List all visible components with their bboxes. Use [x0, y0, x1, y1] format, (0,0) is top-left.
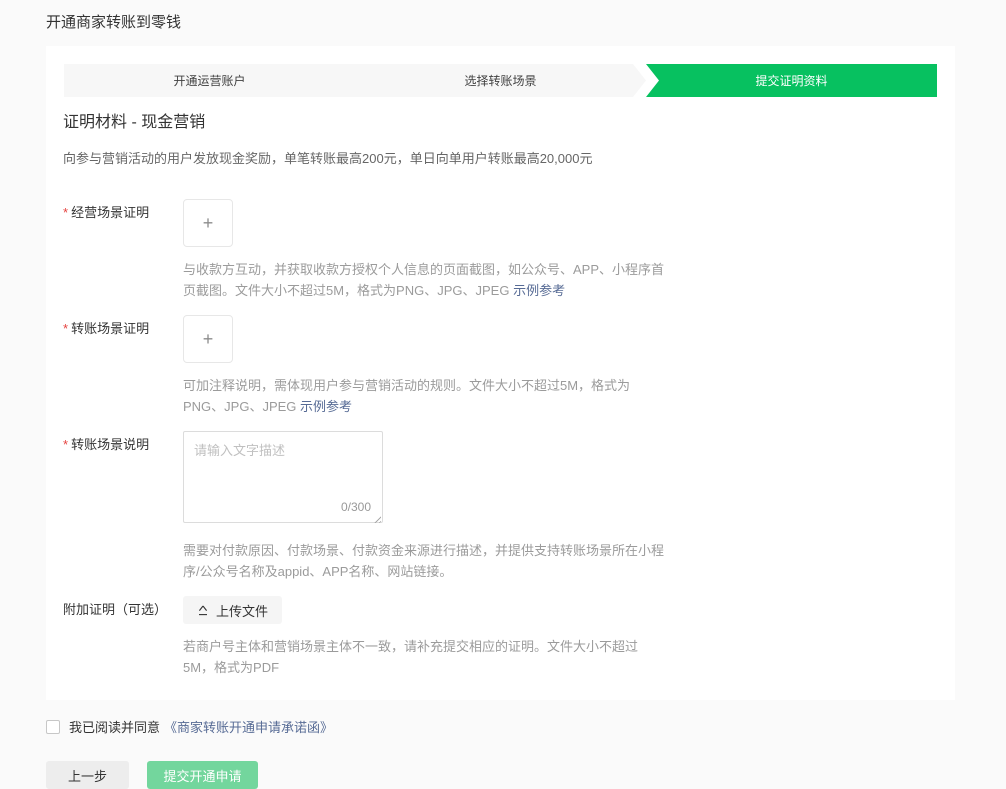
transfer-proof-example-link[interactable]: 示例参考 — [300, 399, 352, 414]
business-scene-helper: 与收款方互动，并获取收款方授权个人信息的页面截图，如公众号、APP、小程序首页截… — [183, 259, 669, 301]
row-transfer-desc: *转账场景说明 0/300 需要对付款原因、付款场景、付款资金来源进行描述，并提… — [63, 431, 938, 582]
upload-icon — [197, 604, 209, 616]
step-bar: 开通运营账户 选择转账场景 提交证明资料 — [64, 64, 937, 97]
step-open-account: 开通运营账户 — [64, 64, 355, 97]
transfer-proof-upload[interactable]: + — [183, 315, 233, 363]
transfer-proof-label: *转账场景证明 — [63, 315, 183, 417]
transfer-proof-helper: 可加注释说明，需体现用户参与营销活动的规则。文件大小不超过5M，格式为PNG、J… — [183, 375, 669, 417]
agreement-text: 我已阅读并同意 — [69, 717, 160, 736]
page-title: 开通商家转账到零钱 — [46, 12, 1006, 34]
required-asterisk: * — [63, 437, 68, 452]
business-scene-upload[interactable]: + — [183, 199, 233, 247]
extra-proof-label: 附加证明（可选） — [63, 596, 183, 678]
plus-icon: + — [203, 213, 214, 234]
section-title: 证明材料 - 现金营销 — [63, 112, 938, 134]
agreement-link[interactable]: 《商家转账开通申请承诺函》 — [164, 717, 333, 736]
step-choose-scene: 选择转账场景 — [355, 64, 646, 97]
step-submit-proof: 提交证明资料 — [646, 64, 937, 97]
section-description: 向参与营销活动的用户发放现金奖励，单笔转账最高200元，单日向单用户转账最高20… — [63, 150, 938, 168]
prev-step-button[interactable]: 上一步 — [46, 761, 129, 789]
main-card: 开通运营账户 选择转账场景 提交证明资料 证明材料 - 现金营销 向参与营销活动… — [46, 46, 955, 700]
required-asterisk: * — [63, 321, 68, 336]
extra-proof-helper: 若商户号主体和营销场景主体不一致，请补充提交相应的证明。文件大小不超过5M，格式… — [183, 636, 669, 678]
transfer-desc-label: *转账场景说明 — [63, 431, 183, 582]
upload-file-button[interactable]: 上传文件 — [183, 596, 282, 624]
plus-icon: + — [203, 329, 214, 350]
row-transfer-proof: *转账场景证明 + 可加注释说明，需体现用户参与营销活动的规则。文件大小不超过5… — [63, 315, 938, 417]
business-scene-label: *经营场景证明 — [63, 199, 183, 301]
char-counter: 0/300 — [341, 500, 371, 514]
submit-application-button[interactable]: 提交开通申请 — [147, 761, 258, 789]
row-extra-proof: 附加证明（可选） 上传文件 若商户号主体和营销场景主体不一致，请补充提交相应的证… — [63, 596, 938, 678]
agreement-checkbox[interactable] — [46, 720, 60, 734]
action-bar: 上一步 提交开通申请 — [46, 761, 1006, 789]
business-scene-example-link[interactable]: 示例参考 — [513, 283, 565, 298]
required-asterisk: * — [63, 205, 68, 220]
row-business-scene: *经营场景证明 + 与收款方互动，并获取收款方授权个人信息的页面截图，如公众号、… — [63, 199, 938, 301]
agreement-row: 我已阅读并同意 《商家转账开通申请承诺函》 — [46, 717, 1006, 736]
transfer-desc-helper: 需要对付款原因、付款场景、付款资金来源进行描述，并提供支持转账场景所在小程序/公… — [183, 540, 669, 582]
